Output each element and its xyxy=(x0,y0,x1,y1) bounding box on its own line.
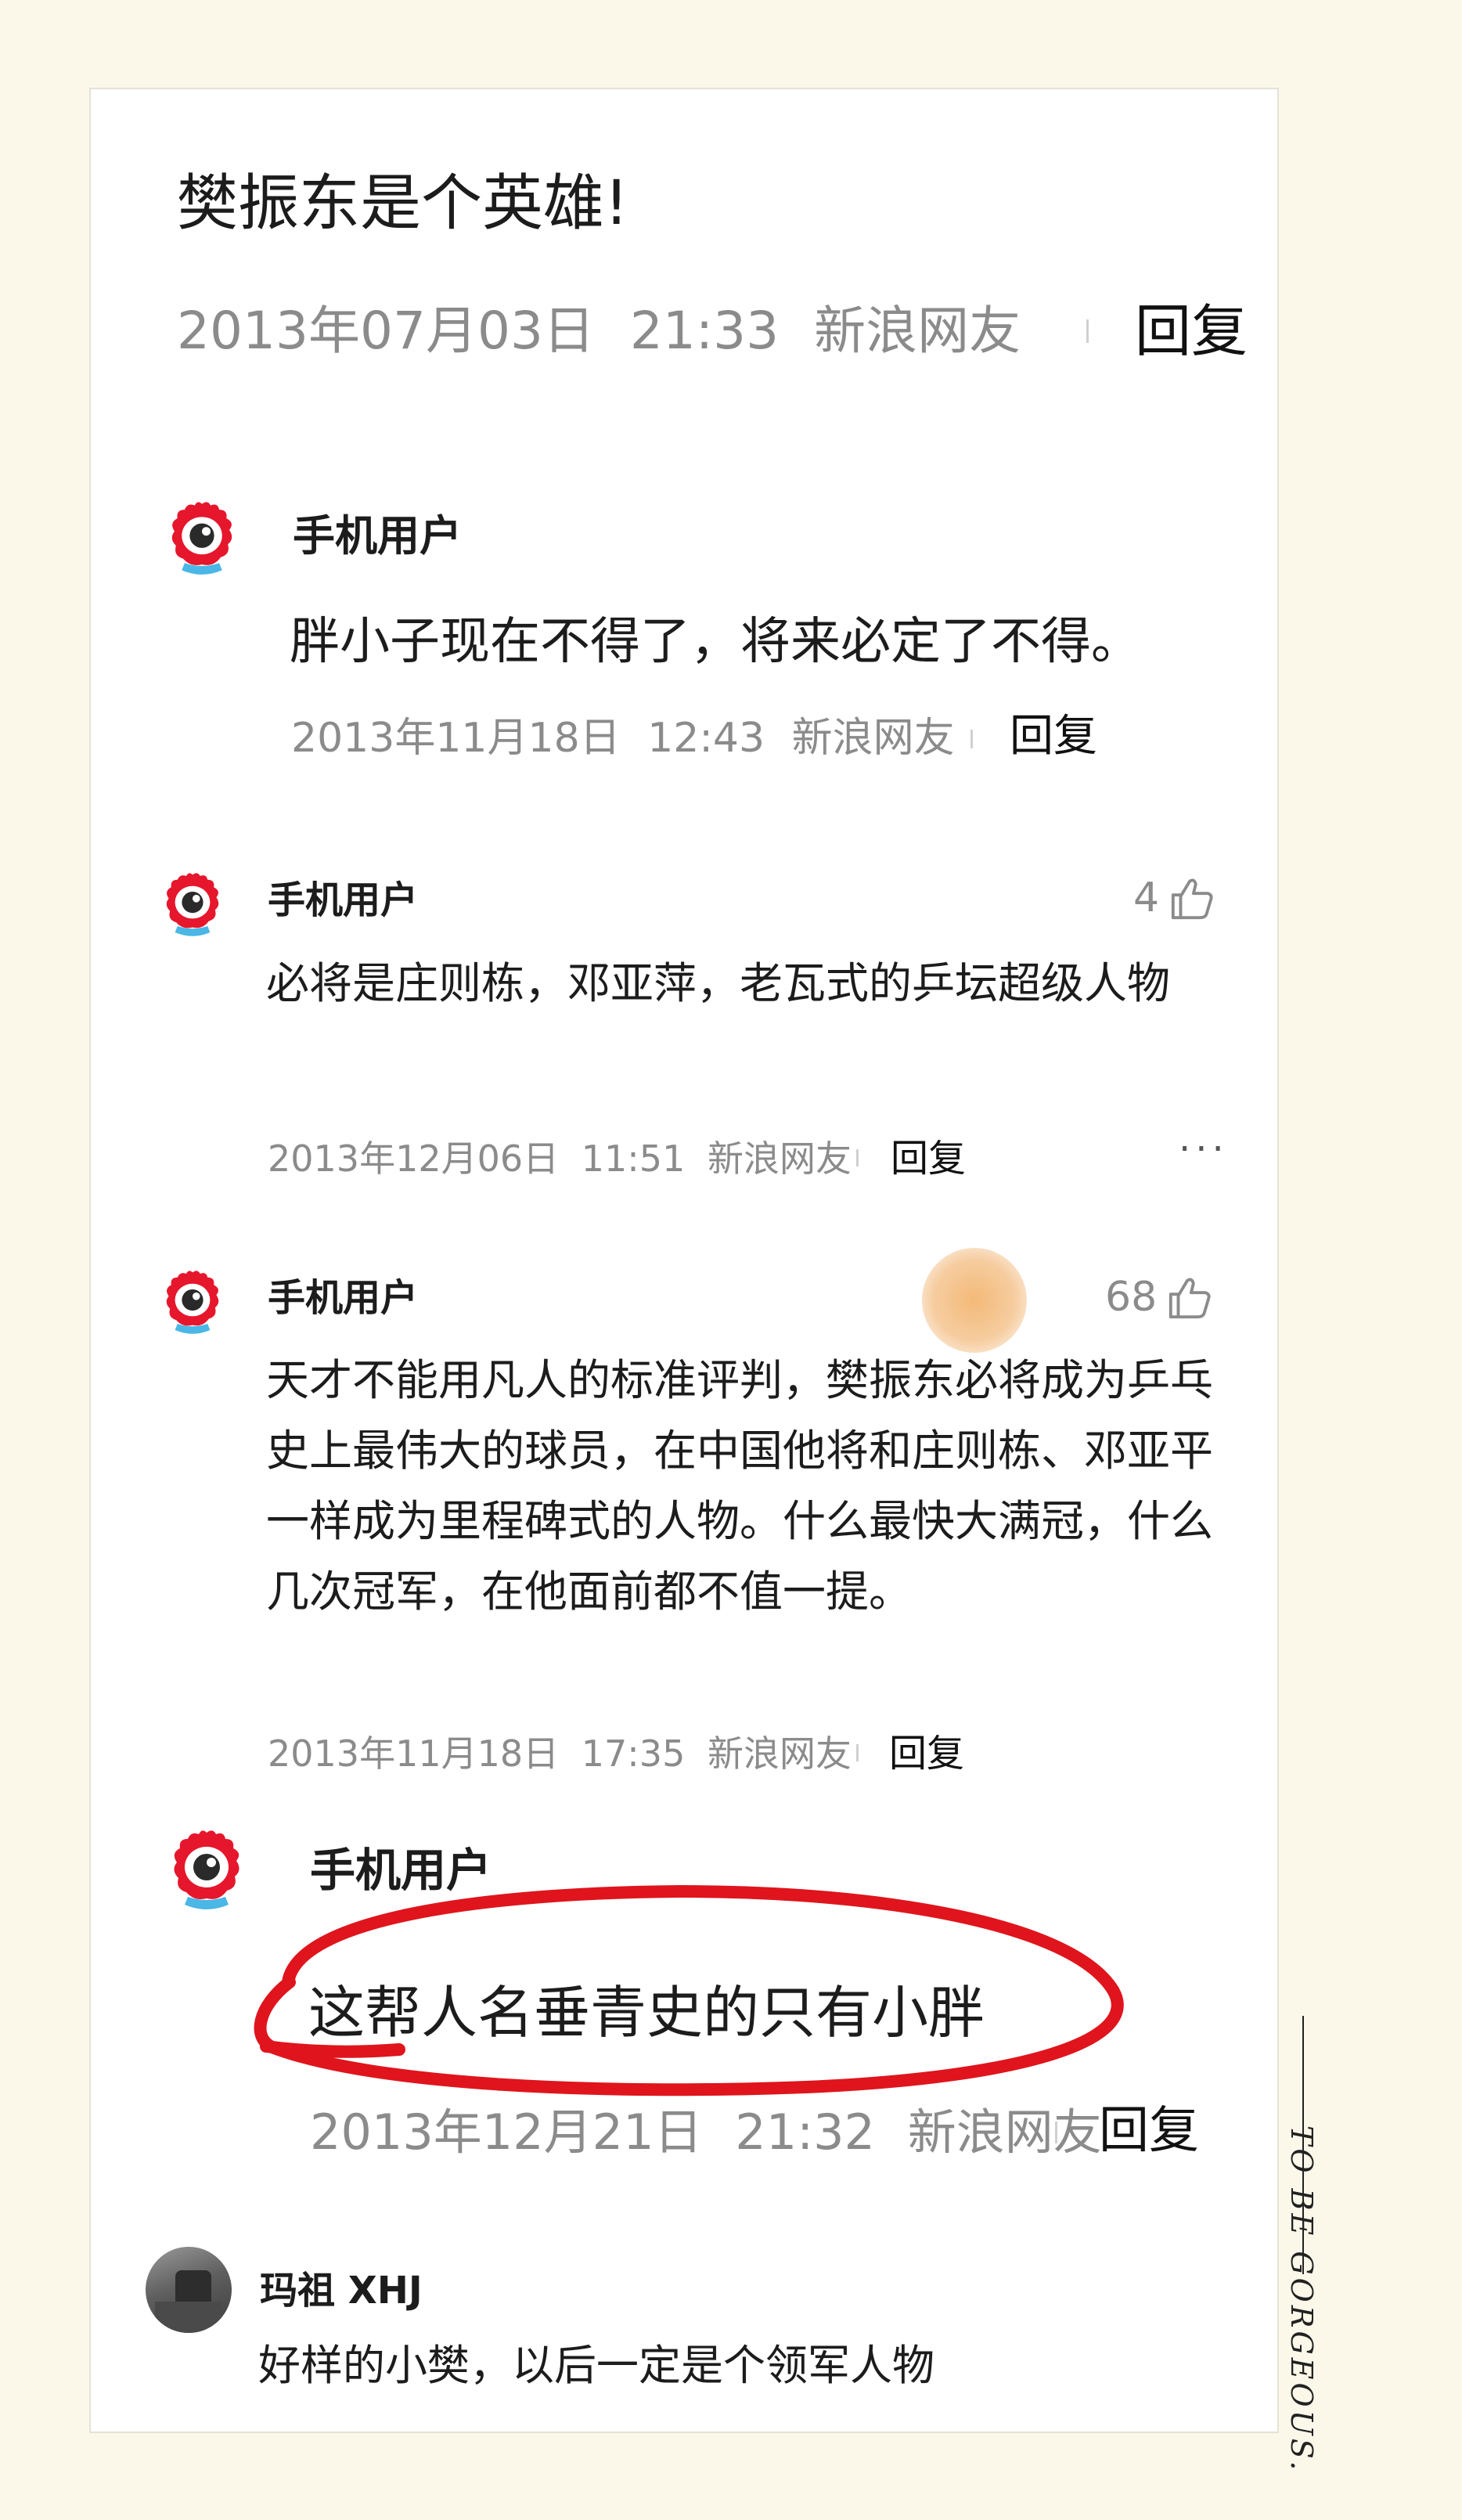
weibo-eye-icon xyxy=(167,1826,246,1913)
comment-source: 新浪网友 xyxy=(707,1137,852,1180)
avatar[interactable] xyxy=(161,869,224,939)
meta-divider xyxy=(970,730,973,748)
like-button[interactable]: 68 xyxy=(1105,1270,1212,1325)
comment-date: 2013年11月18日 xyxy=(291,715,621,762)
like-count: 68 xyxy=(1105,1274,1158,1321)
post-date: 2013年07月03日 xyxy=(177,301,595,361)
weibo-eye-icon xyxy=(161,1267,224,1337)
avatar[interactable] xyxy=(161,1267,224,1337)
side-caption-text: TO BE GORGEOUS. xyxy=(1284,2125,1319,2474)
comment-time: 12:43 xyxy=(647,715,765,762)
thumb-up-icon xyxy=(1166,1274,1212,1320)
comment-reply-button[interactable]: 回复 xyxy=(1099,2100,1199,2162)
comment-date: 2013年12月21日 xyxy=(310,2104,703,2161)
thumb-up-icon xyxy=(1169,875,1214,921)
comment-username[interactable]: 手机用户 xyxy=(268,1273,418,1323)
comment-source: 新浪网友 xyxy=(707,1732,852,1775)
like-count: 4 xyxy=(1133,874,1160,921)
post-meta: 2013年07月03日 21:33 新浪网友 xyxy=(177,296,1021,366)
comment-username[interactable]: 手机用户 xyxy=(268,875,418,925)
comment-time: 21:32 xyxy=(735,2104,875,2161)
comment-text: 好样的小樊，以后一定是个领军人物 xyxy=(258,2341,934,2390)
avatar[interactable] xyxy=(167,1826,246,1913)
comment-meta: 2013年11月18日 17:35 新浪网友 xyxy=(268,1729,852,1779)
post-time: 21:33 xyxy=(629,301,780,361)
comment-text: 必将是庄则栋，邓亚萍，老瓦式的乒坛超级人物 xyxy=(266,958,1171,1008)
comment-time: 17:35 xyxy=(581,1732,686,1775)
ellipsis-icon[interactable]: ··· xyxy=(1179,1124,1229,1174)
comment-source: 新浪网友 xyxy=(791,715,955,762)
avatar-photo-detail xyxy=(155,2302,222,2333)
avatar[interactable] xyxy=(146,2247,232,2333)
red-highlight-circle xyxy=(254,1885,1124,2096)
comment-meta: 2013年12月21日 21:32 新浪网友 xyxy=(310,2101,1102,2164)
like-button[interactable]: 4 xyxy=(1133,871,1214,925)
decorative-orb xyxy=(922,1248,1027,1353)
comment-date: 2013年12月06日 xyxy=(268,1137,560,1180)
comment-date: 2013年11月18日 xyxy=(268,1732,560,1775)
post-title: 樊振东是个英雄! xyxy=(177,168,629,239)
meta-divider xyxy=(856,1744,859,1761)
comment-reply-button[interactable]: 回复 xyxy=(889,1729,964,1779)
comment-reply-button[interactable]: 回复 xyxy=(1010,709,1097,764)
post-source: 新浪网友 xyxy=(814,301,1021,361)
comment-source: 新浪网友 xyxy=(907,2104,1102,2161)
comment-username[interactable]: 玛祖 XHJ xyxy=(260,2266,423,2316)
post-reply-button[interactable]: 回复 xyxy=(1135,296,1248,366)
comment-meta: 2013年11月18日 12:43 新浪网友 xyxy=(291,711,955,766)
avatar[interactable] xyxy=(166,498,238,578)
meta-divider xyxy=(1086,319,1089,343)
comment-username[interactable]: 手机用户 xyxy=(293,509,462,564)
comment-reply-button[interactable]: 回复 xyxy=(891,1134,966,1184)
comment-text: 胖小子现在不得了，将来必定了不得。 xyxy=(290,613,1141,671)
weibo-eye-icon xyxy=(166,498,238,578)
meta-divider xyxy=(1055,2122,1057,2143)
meta-divider xyxy=(856,1149,859,1166)
comment-meta: 2013年12月06日 11:51 新浪网友 xyxy=(268,1134,852,1184)
weibo-eye-icon xyxy=(161,869,224,939)
comment-time: 11:51 xyxy=(581,1137,686,1180)
comment-text: 天才不能用凡人的标准评判，樊振东必将成为乒乓史上最伟大的球员，在中国他将和庄则栋… xyxy=(266,1355,1214,1617)
